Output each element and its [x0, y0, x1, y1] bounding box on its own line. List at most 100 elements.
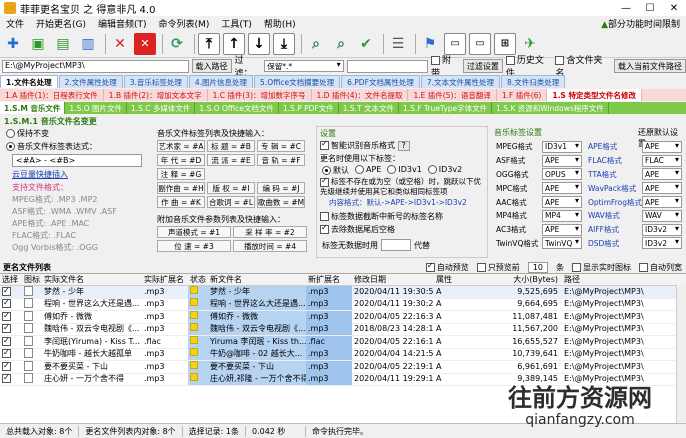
col-status[interactable]: 状态: [188, 274, 208, 285]
tab-plugin-3[interactable]: 1.C 插件(3)：增加数字序号: [208, 89, 312, 101]
tab-image-info[interactable]: 4.图片信息处理: [188, 75, 254, 88]
table-row[interactable]: 傅如乔 - 微微.mp3傅如乔 - 微微.mp32020/04/05 22:16…: [0, 310, 686, 324]
row-checkbox[interactable]: [2, 348, 11, 359]
table-row[interactable]: 李闰珉(Yiruma) - Kiss T....flacYiruma 李闰珉 -…: [0, 335, 686, 349]
format-tag-select[interactable]: ID3v2: [642, 223, 682, 236]
col-size[interactable]: 大小(Bytes): [486, 274, 558, 285]
tab-pdf-files[interactable]: 1.S.P PDF文件: [279, 102, 339, 114]
col-icon[interactable]: 图标: [22, 274, 42, 285]
tab-image-files[interactable]: 1.S.O 图片文件: [65, 102, 127, 114]
menu-edit-audio[interactable]: 编辑音频(T): [92, 17, 153, 30]
row-checkbox[interactable]: [2, 323, 11, 334]
tag-artist-button[interactable]: 艺术家 = #A: [157, 140, 205, 152]
first-n-input[interactable]: 10: [527, 261, 548, 273]
radio-id3v1[interactable]: ID3v1: [387, 165, 422, 176]
tag-title-button[interactable]: 标 题 = #B: [207, 140, 255, 152]
tab-office[interactable]: 5.Office文档摘要处理: [254, 75, 341, 88]
duration-button[interactable]: 播放时间 = #4: [233, 240, 307, 252]
move-up-icon[interactable]: ↑: [223, 32, 245, 55]
table-row[interactable]: 要不要买菜 - 下山.mp3要不要买菜 - 下山.mp32020/04/05 2…: [0, 360, 686, 374]
tab-attributes[interactable]: 2.文件属性处理: [58, 75, 123, 88]
smart-detect-option[interactable]: 智能识别音乐格式 ?: [320, 139, 410, 151]
move-down-icon[interactable]: ↓: [248, 32, 270, 55]
format-tag-select[interactable]: MP4: [542, 209, 582, 222]
tag-expression-option[interactable]: 音乐文件标签表达式：: [6, 141, 97, 152]
strip-space-option[interactable]: 去除数据尾后空格: [320, 223, 395, 235]
expand-icon[interactable]: ⊞: [494, 32, 516, 55]
move-bottom-icon[interactable]: ⤓: [273, 32, 295, 55]
format-tag-select[interactable]: APE: [642, 168, 682, 181]
format-tag-select[interactable]: ID3v2: [642, 237, 682, 250]
tab-plugin-4[interactable]: 1.D 插件(4)：文件名提取: [312, 89, 409, 101]
tag-encoder-button[interactable]: 编 码 = #J: [257, 182, 305, 194]
row-checkbox[interactable]: [2, 361, 11, 372]
format-tag-select[interactable]: APE: [542, 196, 582, 209]
tab-media-files[interactable]: 1.S.C 多媒体文件: [127, 102, 196, 114]
radio-default[interactable]: 默认: [322, 165, 349, 176]
menu-command-list[interactable]: 命令列表(M): [153, 17, 216, 30]
row-checkbox[interactable]: [2, 311, 11, 322]
format-tag-select[interactable]: OPUS: [542, 168, 582, 181]
col-new-ext[interactable]: 新扩展名: [306, 274, 352, 285]
channel-mode-button[interactable]: 声道模式 = #1: [157, 226, 231, 238]
tag-year-button[interactable]: 年 代 = #D: [157, 154, 205, 166]
format-tag-select[interactable]: APE: [642, 140, 682, 153]
row-checkbox[interactable]: [2, 286, 11, 297]
preview-icon[interactable]: ⌕: [330, 33, 352, 55]
filter-settings-button[interactable]: 过滤设置: [462, 59, 503, 73]
only-first-option[interactable]: 只预览前: [476, 262, 520, 273]
refresh-icon[interactable]: ⟳: [166, 33, 188, 55]
move-top-icon[interactable]: ⤒: [198, 32, 220, 55]
tag-count-button[interactable]: 歌曲数 = #M: [257, 196, 305, 208]
table-row[interactable]: 梦然 - 少年.mp3梦然 - 少年.mp32020/04/11 19:30:5…: [0, 285, 686, 299]
col-modified[interactable]: 修改日期: [352, 274, 434, 285]
tag-copyright-button[interactable]: 版 权 = #I: [207, 182, 255, 194]
tab-pdf[interactable]: 6.PDF文档属性处理: [341, 75, 420, 88]
format-tag-select[interactable]: FLAC: [642, 154, 682, 167]
auto-preview-option[interactable]: 自动预览: [425, 261, 469, 273]
filter-extra-input[interactable]: [346, 59, 429, 73]
bitrate-button[interactable]: 位 速 = #3: [157, 240, 231, 252]
format-tag-select[interactable]: APE: [642, 196, 682, 209]
filter-select[interactable]: 保留*.*: [264, 60, 344, 72]
format-tag-select[interactable]: WAV: [642, 209, 682, 222]
format-tag-select[interactable]: TwinVQ: [542, 237, 582, 250]
format-tag-select[interactable]: APE: [542, 154, 582, 167]
quick-insert-link[interactable]: 云豆量快捷插入: [12, 169, 68, 180]
row-checkbox[interactable]: [2, 298, 11, 309]
tab-resource-files[interactable]: 1.S.K 资源和Windows程序文件: [492, 102, 609, 114]
auto-width-option[interactable]: 自动列宽: [639, 262, 682, 273]
tab-plugin-1[interactable]: 1.A 插件(1)：日程表行文件: [0, 89, 104, 101]
tab-filename[interactable]: 1.文件名处理: [0, 75, 58, 88]
tab-music-files[interactable]: 1.S.M 音乐文件: [0, 102, 66, 114]
smart-help-button[interactable]: ?: [397, 140, 410, 151]
tab-plugin-6[interactable]: 1.F 插件(6): [497, 89, 548, 101]
format-tag-select[interactable]: APE: [542, 182, 582, 195]
row-checkbox[interactable]: [2, 336, 11, 347]
search-icon[interactable]: ⌕: [305, 33, 327, 55]
tab-music-tags[interactable]: 3.音乐标签处理: [123, 75, 188, 88]
import-list-icon[interactable]: ▥: [77, 33, 99, 55]
path-input[interactable]: E:\@MyProject\MP3\: [2, 59, 189, 73]
radio-ape[interactable]: APE: [355, 165, 381, 176]
flag-icon[interactable]: ⚑: [419, 33, 441, 55]
apply-icon[interactable]: ✔: [355, 33, 377, 55]
add-files-icon[interactable]: ▣: [27, 33, 49, 55]
skip-empty-option[interactable]: 标签不存在或为空（或空格）时，跳跃以下优先级继续并使用其它和类似相同标签项: [320, 176, 486, 196]
maximize-icon[interactable]: ☐: [638, 0, 662, 16]
tag-track-button[interactable]: 音 轨 = #F: [257, 154, 305, 166]
table-row[interactable]: 程响 - 世界这么大还是遇....mp3程响 - 世界这么大还是遇....mp3…: [0, 298, 686, 311]
row-checkbox[interactable]: [2, 373, 11, 384]
window-icon[interactable]: ▭: [444, 32, 466, 55]
import-path-button[interactable]: 载入路径: [191, 59, 232, 73]
radio-id3v2[interactable]: ID3v2: [427, 165, 462, 176]
tab-text[interactable]: 7.文本文件属性处理: [420, 75, 501, 88]
tag-composer2-button[interactable]: 副作曲 = #H: [157, 182, 205, 194]
tab-plugin-2[interactable]: 1.B 插件(2)：增加文本文字: [104, 89, 208, 101]
format-tag-select[interactable]: ID3v1: [542, 140, 582, 153]
col-real-ext[interactable]: 实际扩展名: [142, 274, 188, 285]
col-select[interactable]: 选择: [0, 274, 22, 285]
table-row[interactable]: 牛奶咖啡 - 越长大越孤单.mp3牛奶@咖啡 - 02 越长大....mp320…: [0, 348, 686, 361]
menu-help[interactable]: 帮助(H): [258, 17, 302, 30]
include-sub-checkbox[interactable]: [431, 56, 441, 65]
